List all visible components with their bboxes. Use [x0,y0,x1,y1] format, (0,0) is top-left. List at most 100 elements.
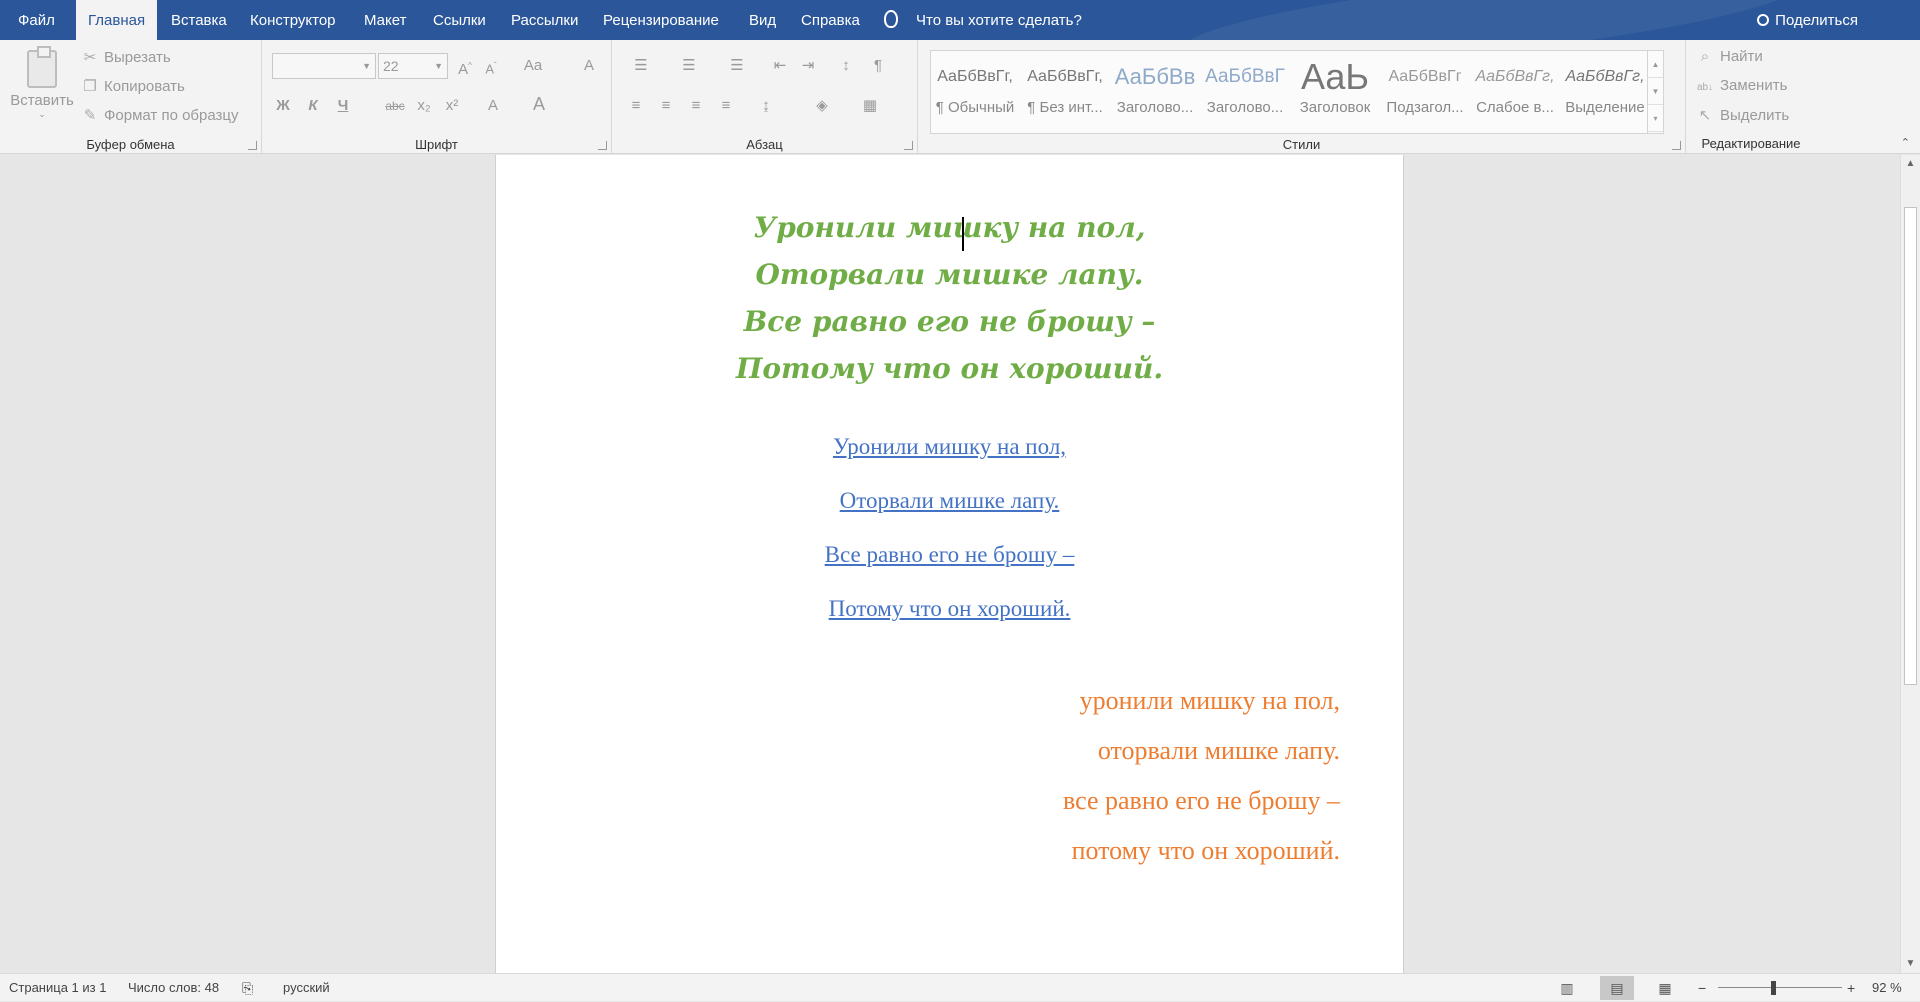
tab-view[interactable]: Вид [737,0,788,40]
tab-home[interactable]: Главная [76,0,158,40]
tab-help[interactable]: Справка [789,0,872,40]
styles-group-label: Стили [1282,137,1321,152]
pilcrow-icon[interactable]: ¶ [866,55,890,77]
web-layout-icon[interactable]: ▦ [1648,976,1682,1000]
green-line-1: Уронили мишку на пол, [753,211,1146,244]
chevron-down-icon[interactable]: ▼ [1648,78,1663,105]
title-tab-bar: Файл Главная Вставка Конструктор Макет С… [0,0,1920,40]
zoom-slider[interactable] [1718,987,1842,988]
superscript-button[interactable]: x² [440,95,464,117]
find-button[interactable]: ⌕ Найти [1696,48,1763,65]
chevron-up-icon[interactable]: ▲ [1648,51,1663,78]
find-label: Найти [1720,48,1763,65]
page-count[interactable]: Страница 1 из 1 [9,974,106,1002]
zoom-in-button[interactable]: + [1847,974,1855,1002]
format-painter-label: Формат по образцу [104,107,239,124]
tab-file[interactable]: Файл [6,0,67,40]
scroll-down-icon[interactable]: ▼ [1901,955,1920,973]
style-subtle-emphasis[interactable]: АаБбВвГг, Слабое в... [1473,53,1557,131]
font-name-box[interactable]: ▼ [272,53,376,79]
font-size-box[interactable]: 22 ▼ [378,53,448,79]
bold-button[interactable]: Ж [272,95,294,117]
borders-icon[interactable]: ▦ [852,95,888,117]
style-preview: АаБбВвГг [1388,68,1462,85]
share-button[interactable]: Поделиться [1757,0,1858,40]
style-emphasis[interactable]: АаБбВвГг, Выделение [1563,53,1647,131]
print-layout-icon[interactable]: ▤ [1600,976,1634,1000]
line-spacing-icon[interactable]: ↨ [748,95,784,117]
zoom-level[interactable]: 92 % [1872,974,1902,1002]
style-heading-1[interactable]: АаБбВв Заголово... [1113,53,1197,131]
replace-icon: ab↓ [1696,82,1714,93]
align-right-icon[interactable]: ≡ [684,95,708,117]
tell-me-search[interactable]: Что вы хотите сделать? [884,0,1082,40]
strikethrough-button[interactable]: abc [380,95,410,117]
paste-button[interactable]: Вставить ⌄ [8,46,76,120]
tab-references[interactable]: Ссылки [421,0,498,40]
paragraph-group-label: Абзац [746,137,783,152]
format-painter-button[interactable]: ✎ Формат по образцу [82,106,239,124]
zoom-out-button[interactable]: − [1698,974,1706,1002]
justify-icon[interactable]: ≡ [714,95,738,117]
increase-indent-icon[interactable]: ⇥ [796,55,820,77]
styles-launcher-icon[interactable] [1672,141,1681,150]
share-label: Поделиться [1775,12,1858,29]
chevron-down-icon: ▼ [362,61,371,71]
style-no-spacing[interactable]: АаБбВвГг, ¶ Без инт... [1023,53,1107,131]
styles-gallery-scroll[interactable]: ▲ ▼ ▾ [1647,51,1663,133]
copy-button[interactable]: ❐ Копировать [82,77,185,95]
collapse-ribbon-icon[interactable]: ⌃ [1901,136,1910,149]
cut-label: Вырезать [104,49,171,66]
proofing-icon[interactable]: ⎘ [242,974,253,1002]
shrink-font-icon[interactable]: Aˇ [480,55,502,80]
orange-line-4: потому что он хороший. [1071,836,1340,865]
bullets-icon[interactable]: ☰ [624,55,658,77]
word-count[interactable]: Число слов: 48 [128,974,219,1002]
read-mode-icon[interactable]: ▥ [1550,976,1584,1000]
italic-button[interactable]: К [302,95,324,117]
tab-layout[interactable]: Макет [352,0,418,40]
styles-gallery: АаБбВвГг, ¶ Обычный АаБбВвГг, ¶ Без инт...… [930,50,1664,134]
subscript-button[interactable]: x₂ [412,95,436,117]
tab-insert[interactable]: Вставка [159,0,239,40]
tab-review[interactable]: Рецензирование [591,0,731,40]
clear-formatting-icon[interactable]: A [578,55,600,77]
style-title[interactable]: АаЬ Заголовок [1293,53,1377,131]
align-left-icon[interactable]: ≡ [624,95,648,117]
tell-me-text: Что вы хотите сделать? [916,12,1082,29]
clipboard-launcher-icon[interactable] [248,141,257,150]
replace-button[interactable]: ab↓ Заменить [1696,77,1787,94]
vertical-scrollbar[interactable]: ▲ ▼ [1900,155,1920,973]
scroll-thumb[interactable] [1904,207,1917,685]
document-page[interactable]: Уронили мишку на пол, Оторвали мишке лап… [496,155,1403,973]
more-styles-icon[interactable]: ▾ [1648,105,1663,132]
zoom-slider-thumb[interactable] [1771,981,1776,995]
grow-font-icon[interactable]: A^ [454,55,476,81]
tab-mailings[interactable]: Рассылки [499,0,590,40]
paragraph-launcher-icon[interactable] [904,141,913,150]
font-launcher-icon[interactable] [598,141,607,150]
tab-design[interactable]: Конструктор [238,0,348,40]
sort-icon[interactable]: ↕ [834,55,858,77]
change-case-icon[interactable]: Aa [518,55,548,77]
align-center-icon[interactable]: ≡ [654,95,678,117]
style-name: ¶ Без инт... [1027,99,1103,116]
language[interactable]: русский [283,974,330,1002]
multilevel-list-icon[interactable]: ☰ [720,55,754,77]
scroll-up-icon[interactable]: ▲ [1901,155,1920,173]
numbering-icon[interactable]: ☰ [672,55,706,77]
blue-line-4: Потому что он хороший. [828,596,1071,621]
decrease-indent-icon[interactable]: ⇤ [768,55,792,77]
font-color-icon[interactable]: A [524,93,554,115]
underline-button[interactable]: Ч [332,95,354,117]
shading-icon[interactable]: ◈ [804,95,840,117]
blue-line-1: Уронили мишку на пол, [832,434,1067,459]
style-preview: АаЬ [1300,56,1370,97]
style-normal[interactable]: АаБбВвГг, ¶ Обычный [933,53,1017,131]
style-heading-2[interactable]: АаБбВвГ Заголово... [1203,53,1287,131]
style-subtitle[interactable]: АаБбВвГг Подзагол... [1383,53,1467,131]
select-button[interactable]: ↖ Выделить [1696,106,1790,124]
copy-icon: ❐ [83,78,97,95]
cut-button[interactable]: ✂ Вырезать [82,48,171,66]
text-effects-icon[interactable]: A [478,95,508,117]
